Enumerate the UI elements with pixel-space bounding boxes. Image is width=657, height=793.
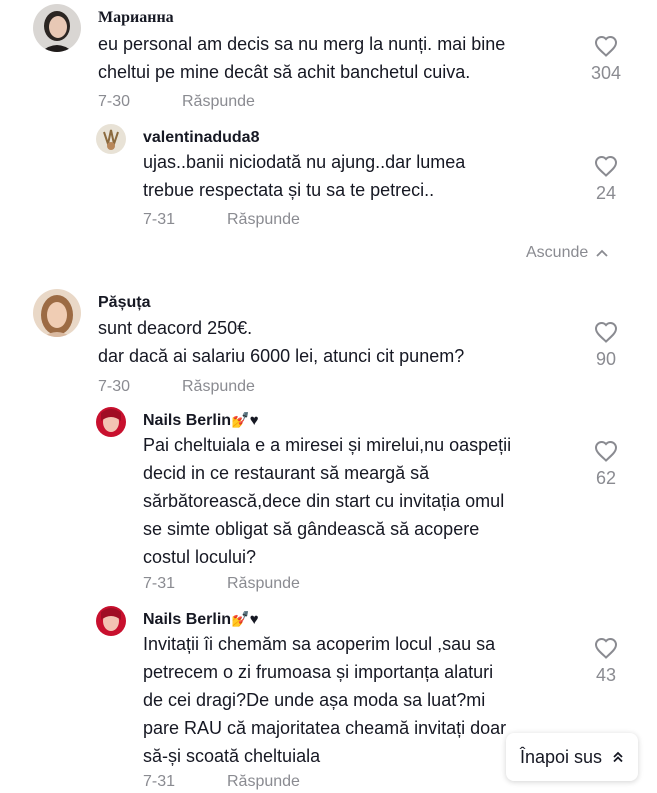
avatar[interactable]	[33, 4, 81, 52]
like-button[interactable]: 90	[586, 321, 626, 371]
heart-icon	[594, 155, 618, 177]
comment-text-line: să-și scoată cheltuiala	[143, 746, 321, 766]
comment-text-line: decid in ce restaurant să meargă să	[143, 463, 430, 483]
comment-text: sunt deacord 250€. dar dacă ai salariu 6…	[98, 314, 464, 370]
comment-text-line: eu personal am decis sa nu merg la nunți…	[98, 34, 506, 54]
reply-button[interactable]: Răspunde	[182, 92, 255, 112]
chevron-up-icon	[596, 249, 608, 257]
avatar[interactable]	[33, 289, 81, 337]
avatar[interactable]	[96, 606, 126, 636]
comment-date: 7-31	[143, 575, 176, 592]
comment-username[interactable]: valentinaduda8	[143, 128, 259, 148]
comment-date: 7-30	[98, 378, 131, 395]
comment-text-line: Pai cheltuiala e a miresei și mirelui,nu…	[143, 435, 512, 455]
heart-icon	[594, 440, 618, 462]
avatar[interactable]	[96, 407, 126, 437]
reply-button[interactable]: Răspunde	[227, 574, 300, 594]
hide-replies-label: Ascunde	[526, 244, 589, 261]
like-button[interactable]: 62	[586, 440, 626, 490]
comment-date: 7-31	[143, 773, 176, 790]
comment-text-line: dar dacă ai salariu 6000 lei, atunci cit…	[98, 346, 465, 366]
like-button[interactable]: 43	[586, 637, 626, 687]
like-button[interactable]: 24	[586, 155, 626, 205]
like-button[interactable]: 304	[586, 35, 626, 85]
reply-button[interactable]: Răspunde	[227, 210, 300, 230]
comment-text: ujas..banii niciodată nu ajung..dar lume…	[143, 148, 465, 204]
comment-text-line: petrecem o zi frumoasa și importanța ala…	[143, 662, 494, 682]
comment-text-line: de cei dragi?De unde așa moda sa luat?mi	[143, 690, 486, 710]
comment-text: Invitații îi chemăm sa acoperim locul ,s…	[143, 630, 506, 770]
comment-text-line: sărbătorească,dece din start cu invitați…	[143, 491, 505, 511]
comment-date: 7-31	[143, 211, 176, 228]
hide-replies-button[interactable]: Ascunde	[526, 243, 608, 263]
heart-icon	[594, 35, 618, 57]
double-chevron-up-icon	[613, 751, 623, 763]
comment-text-line: pare RAU că majoritatea cheamă invitați …	[143, 718, 507, 738]
comment-username[interactable]: Марианна	[98, 8, 174, 28]
heart-icon	[594, 637, 618, 659]
comment-username[interactable]: Nails Berlin💅♥	[143, 610, 259, 630]
username-text: Nails Berlin	[143, 412, 232, 429]
like-count: 24	[595, 183, 617, 203]
comment-username[interactable]: Pășuța	[98, 293, 150, 313]
username-emoji: 💅♥	[231, 611, 259, 628]
username-text: Nails Berlin	[143, 611, 232, 628]
comment-text-line: sunt deacord 250€.	[98, 318, 253, 338]
back-to-top-label: Înapoi sus	[520, 746, 603, 767]
reply-button[interactable]: Răspunde	[182, 377, 255, 397]
like-count: 90	[595, 349, 617, 369]
reply-button[interactable]: Răspunde	[227, 772, 300, 792]
like-count: 62	[595, 468, 617, 488]
comment-username[interactable]: Nails Berlin💅♥	[143, 411, 259, 431]
comment-text: Pai cheltuiala e a miresei și mirelui,nu…	[143, 431, 511, 571]
comment-text-line: cheltui pe mine decât să achit banchetul…	[98, 62, 471, 82]
comment-text-line: se simte obligat să gândească să acopere	[143, 519, 480, 539]
username-emoji: 💅♥	[231, 412, 259, 429]
comment-date: 7-30	[98, 93, 131, 110]
comment-text-line: ujas..banii niciodată nu ajung..dar lume…	[143, 152, 466, 172]
comment-text: eu personal am decis sa nu merg la nunți…	[98, 30, 505, 86]
avatar[interactable]	[96, 124, 126, 154]
like-count: 43	[595, 665, 617, 685]
comment-text-line: trebue respectata și tu sa te petreci..	[143, 180, 435, 200]
comment-text-line: costul locului?	[143, 547, 257, 567]
like-count: 304	[590, 63, 622, 83]
back-to-top-button[interactable]: Înapoi sus	[506, 733, 639, 781]
comment-text-line: Invitații îi chemăm sa acoperim locul ,s…	[143, 634, 496, 654]
heart-icon	[594, 321, 618, 343]
